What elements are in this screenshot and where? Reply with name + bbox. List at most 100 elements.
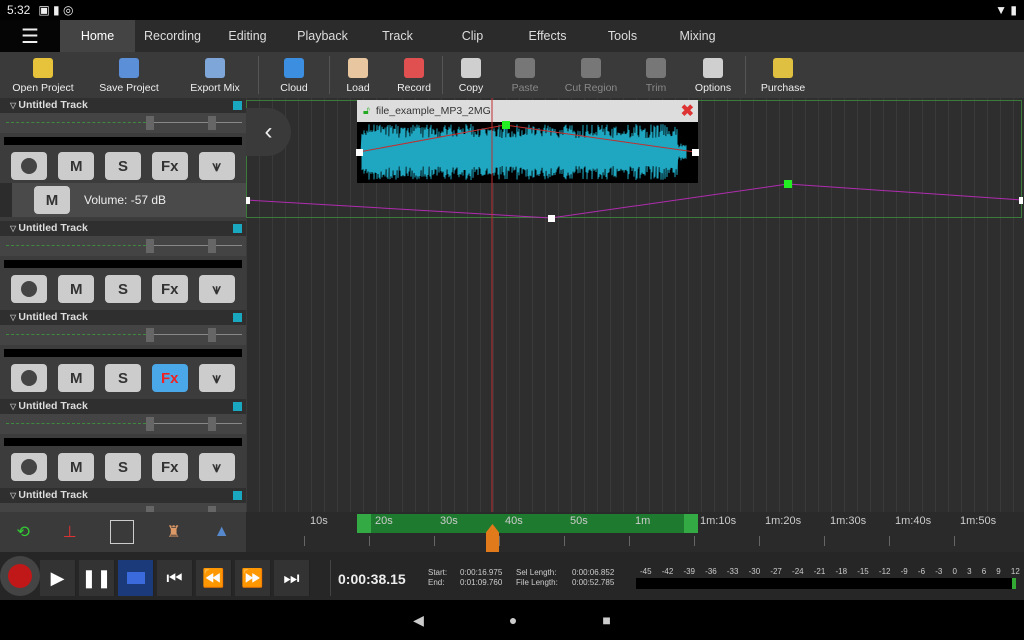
ruler-tick bbox=[759, 536, 760, 546]
record-button[interactable] bbox=[0, 556, 40, 596]
cut-region-button[interactable]: Cut Region bbox=[551, 52, 631, 98]
split-icon[interactable]: ⊥ bbox=[63, 522, 77, 542]
skip-start-button[interactable]: ⏮ bbox=[157, 560, 193, 596]
track-header[interactable]: ▽ Untitled Track bbox=[0, 310, 246, 325]
skip-end-button[interactable]: ⏭ bbox=[274, 560, 310, 596]
fx-button[interactable]: Fx bbox=[152, 453, 188, 481]
meter-scale-label: -27 bbox=[770, 567, 782, 576]
home-icon[interactable]: ● bbox=[509, 612, 517, 628]
envelope-mute-button[interactable]: M bbox=[34, 186, 70, 214]
track-header[interactable]: ▽ Untitled Track bbox=[0, 221, 246, 236]
track-color-swatch[interactable] bbox=[233, 313, 242, 322]
end-value: 0:01:09.760 bbox=[460, 578, 502, 588]
tab-editing[interactable]: Editing bbox=[210, 20, 285, 52]
hamburger-menu-icon[interactable]: ☰ bbox=[0, 20, 60, 52]
selection-start-handle[interactable] bbox=[357, 514, 371, 533]
tab-tools[interactable]: Tools bbox=[585, 20, 660, 52]
track-volume-pan-slider[interactable] bbox=[0, 503, 246, 512]
cloud-button[interactable]: Cloud bbox=[259, 52, 329, 98]
options-button[interactable]: Options bbox=[681, 52, 745, 98]
mute-button[interactable]: M bbox=[58, 364, 94, 392]
track-volume-pan-slider[interactable] bbox=[0, 236, 246, 256]
meter-scale-label: -33 bbox=[727, 567, 739, 576]
back-icon[interactable]: ◀ bbox=[413, 612, 424, 629]
track-color-swatch[interactable] bbox=[233, 402, 242, 411]
track-name: Untitled Track bbox=[18, 222, 87, 234]
ruler-tick bbox=[824, 536, 825, 546]
ruler-tick bbox=[564, 536, 565, 546]
tab-recording[interactable]: Recording bbox=[135, 20, 210, 52]
solo-button[interactable]: S bbox=[105, 364, 141, 392]
ruler-tick-label: 40s bbox=[505, 515, 523, 527]
toolbar-label: Cut Region bbox=[565, 82, 618, 94]
mute-button[interactable]: M bbox=[58, 453, 94, 481]
envelope-icon[interactable]: ⩛ bbox=[199, 364, 235, 392]
solo-button[interactable]: S bbox=[105, 152, 141, 180]
envelope-icon[interactable]: ⩛ bbox=[199, 275, 235, 303]
solo-button[interactable]: S bbox=[105, 453, 141, 481]
arm-record-button[interactable] bbox=[11, 275, 47, 303]
track-tools: ⟲ ⊥ ♜ ▲ bbox=[0, 512, 246, 552]
track-name: Untitled Track bbox=[18, 489, 87, 501]
envelope-icon[interactable]: ⩛ bbox=[199, 453, 235, 481]
arm-record-button[interactable] bbox=[11, 453, 47, 481]
fx-button[interactable]: Fx bbox=[152, 152, 188, 180]
rewind-button[interactable]: ⏪ bbox=[196, 560, 232, 596]
solo-button[interactable]: S bbox=[105, 275, 141, 303]
selection-end-handle[interactable] bbox=[684, 514, 698, 533]
arm-record-button[interactable] bbox=[11, 152, 47, 180]
grid-icon[interactable] bbox=[110, 520, 134, 544]
output-level-meter bbox=[636, 578, 1016, 589]
tab-playback[interactable]: Playback bbox=[285, 20, 360, 52]
loop-icon[interactable]: ⟲ bbox=[16, 522, 29, 542]
track-header[interactable]: ▽ Untitled Track bbox=[0, 98, 246, 113]
timeline-lane[interactable]: ‹ 🔓︎ file_example_MP3_2MG ✖ bbox=[246, 98, 1024, 512]
load-button[interactable]: Load bbox=[330, 52, 386, 98]
track-header[interactable]: ▽ Untitled Track bbox=[0, 488, 246, 503]
arm-record-button[interactable] bbox=[11, 364, 47, 392]
paste-button[interactable]: Paste bbox=[499, 52, 551, 98]
tab-clip[interactable]: Clip bbox=[435, 20, 510, 52]
export-mix-button[interactable]: Export Mix bbox=[172, 52, 258, 98]
meter-scale-label: -12 bbox=[879, 567, 891, 576]
tab-effects[interactable]: Effects bbox=[510, 20, 585, 52]
track-color-swatch[interactable] bbox=[233, 101, 242, 110]
recents-icon[interactable]: ■ bbox=[602, 612, 610, 628]
track-color-swatch[interactable] bbox=[233, 491, 242, 500]
purchase-button[interactable]: Purchase bbox=[746, 52, 820, 98]
tab-track[interactable]: Track bbox=[360, 20, 435, 52]
meter-scale-label: -15 bbox=[857, 567, 869, 576]
track-color-swatch[interactable] bbox=[233, 224, 242, 233]
ruler-tick-label: 1m:50s bbox=[960, 515, 996, 527]
envelope-icon[interactable]: ⩛ bbox=[199, 152, 235, 180]
track-volume-pan-slider[interactable] bbox=[0, 325, 246, 345]
fast-forward-button[interactable]: ⏩ bbox=[235, 560, 271, 596]
end-label: End: bbox=[428, 578, 447, 588]
mute-button[interactable]: M bbox=[58, 275, 94, 303]
stop-button[interactable] bbox=[118, 560, 154, 596]
meter-scale-label: 0 bbox=[952, 567, 956, 576]
android-nav-bar: ◀ ● ■ bbox=[0, 600, 1024, 640]
record-button[interactable]: Record bbox=[386, 52, 442, 98]
ruler-tick-label: 1m:10s bbox=[700, 515, 736, 527]
tab-home[interactable]: Home bbox=[60, 20, 135, 52]
mute-button[interactable]: M bbox=[58, 152, 94, 180]
trim-button[interactable]: Trim bbox=[631, 52, 681, 98]
track-volume-pan-slider[interactable] bbox=[0, 113, 246, 133]
play-button[interactable]: ▶ bbox=[40, 560, 76, 596]
metronome-icon[interactable]: ♜ bbox=[166, 522, 180, 542]
ruler-tick bbox=[954, 536, 955, 546]
open-project-button[interactable]: Open Project bbox=[0, 52, 86, 98]
track-header[interactable]: ▽ Untitled Track bbox=[0, 399, 246, 414]
tab-mixing[interactable]: Mixing bbox=[660, 20, 735, 52]
record-track-icon[interactable]: ▲ bbox=[214, 523, 230, 541]
fx-button[interactable]: Fx bbox=[152, 275, 188, 303]
track-volume-pan-slider[interactable] bbox=[0, 414, 246, 434]
copy-button[interactable]: Copy bbox=[443, 52, 499, 98]
pause-button[interactable]: ❚❚ bbox=[79, 560, 115, 596]
toolbar-label: Paste bbox=[512, 82, 539, 94]
start-label: Start: bbox=[428, 568, 447, 578]
fx-button[interactable]: Fx bbox=[152, 364, 188, 392]
save-project-button[interactable]: Save Project bbox=[86, 52, 172, 98]
timeline-ruler[interactable]: 10s 20s 30s 40s 50s 1m 1m:10s 1m:20s 1m:30s 1m:40… bbox=[246, 512, 1024, 552]
